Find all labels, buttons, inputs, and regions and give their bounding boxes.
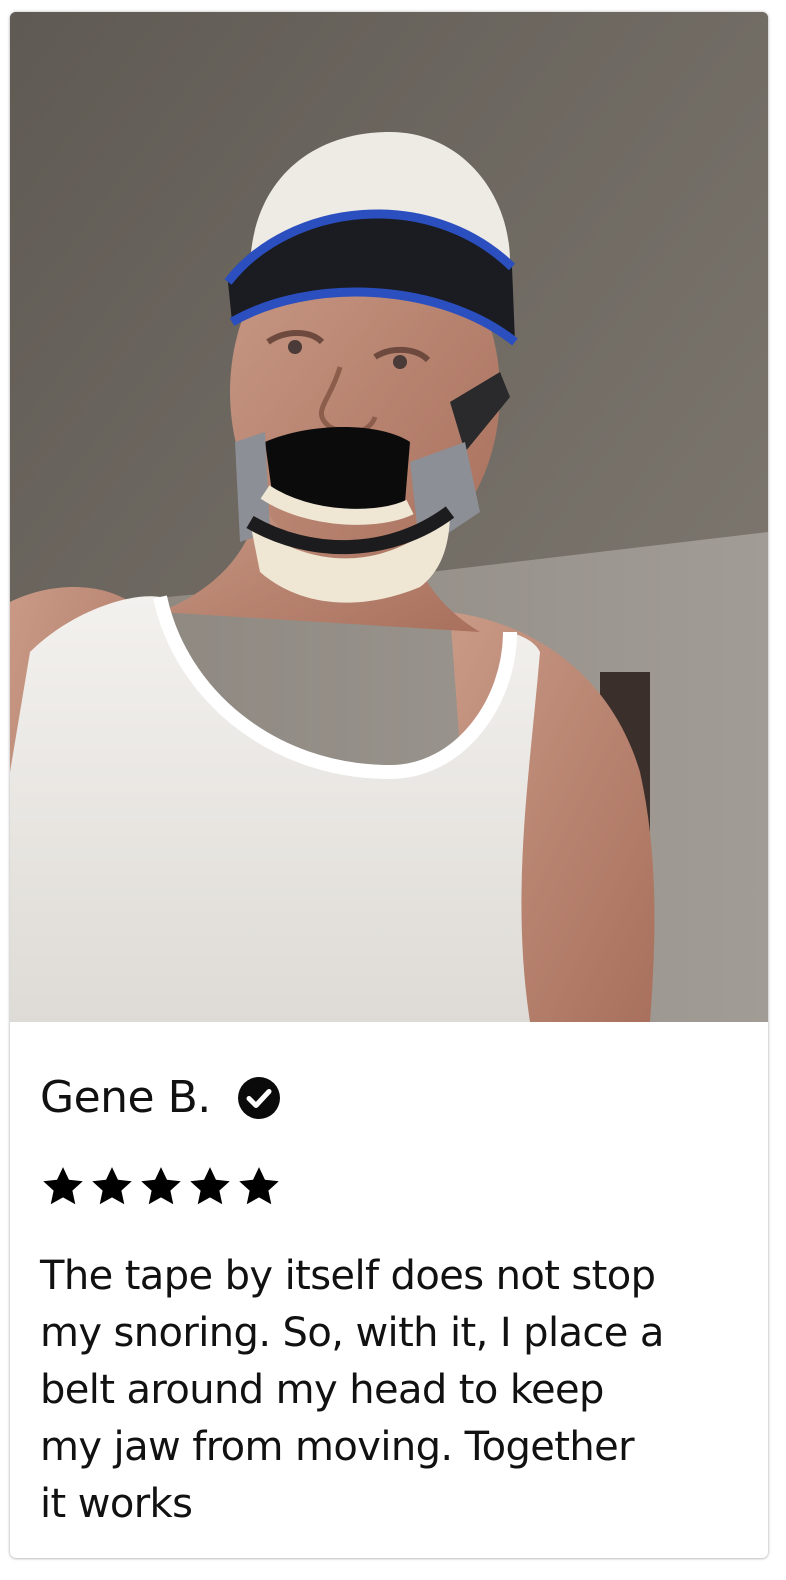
star-icon [138,1164,184,1210]
reviewer-row: Gene B. [40,1068,281,1128]
review-photo-image [10,12,768,1022]
review-card: Gene B. The tape by itself does not stop… [10,12,768,1558]
star-icon [236,1164,282,1210]
star-icon [187,1164,233,1210]
review-photo[interactable] [10,12,768,1022]
reviewer-name: Gene B. [40,1072,211,1123]
review-text: The tape by itself does not stop my snor… [40,1253,664,1527]
star-icon [40,1164,86,1210]
star-rating [40,1162,285,1212]
review-content: Gene B. The tape by itself does not stop… [10,1022,768,1558]
check-circle-icon [237,1076,281,1120]
star-icon [89,1164,135,1210]
